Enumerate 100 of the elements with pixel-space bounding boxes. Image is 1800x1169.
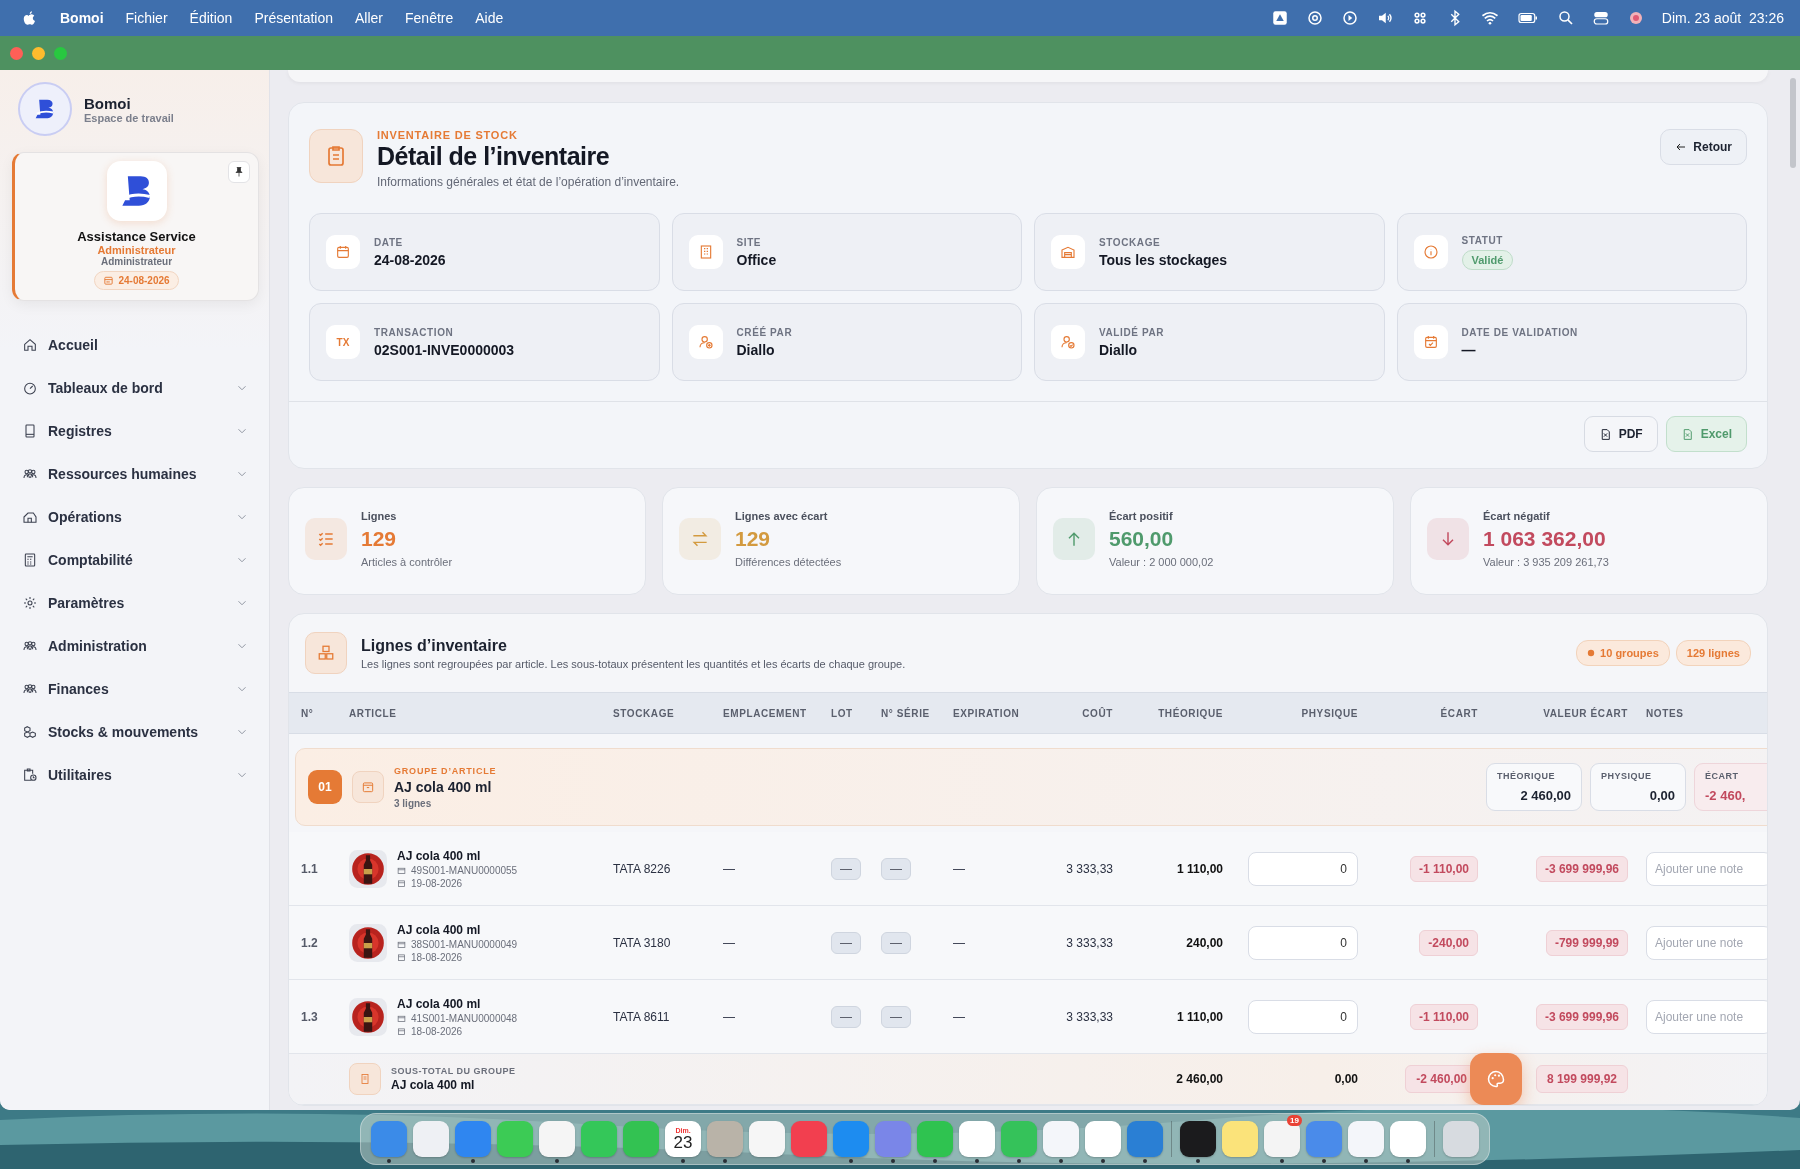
pin-button[interactable] — [228, 161, 250, 183]
column-header: THÉORIQUE — [1157, 707, 1223, 719]
table-cell-text: — — [953, 1009, 966, 1024]
field-value: Diallo — [736, 341, 776, 358]
calendar-icon — [397, 952, 406, 962]
stat-label: Lignes avec écart — [735, 510, 829, 522]
app-icon[interactable] — [1264, 1121, 1300, 1157]
article-name: AJ cola 400 ml — [397, 922, 482, 937]
nav-item[interactable]: Stocks & mouvements — [12, 710, 259, 753]
nav-label: Accueil — [48, 336, 98, 353]
note-field[interactable]: Ajouter une note — [1646, 851, 1767, 886]
note-field[interactable]: Ajouter une note — [1646, 999, 1767, 1034]
app-menu[interactable]: Bomoi — [60, 10, 104, 26]
transaction-icon: TX — [336, 336, 350, 348]
note-field[interactable]: Ajouter une note — [1646, 925, 1767, 960]
box-icon — [397, 865, 406, 875]
zoom-button[interactable] — [54, 46, 67, 60]
nav-label: Paramètres — [48, 594, 125, 611]
scroll-thumb[interactable] — [1790, 78, 1796, 168]
page-title: Détail de l’inventaire — [377, 142, 611, 171]
pdf-button[interactable]: PDF — [1583, 416, 1658, 452]
toggle-icon[interactable] — [1591, 9, 1610, 27]
nav-label: Utilitaires — [48, 766, 112, 783]
page-subtitle: Informations générales et état de l’opération d’inventaire. — [377, 175, 680, 189]
field-label: STATUT — [1461, 234, 1505, 246]
field-value: Diallo — [1099, 341, 1139, 358]
column-header: VALEUR ÉCART — [1542, 707, 1628, 719]
column-header: COÛT — [1081, 707, 1113, 719]
field-value: Tous les stockages — [1099, 251, 1228, 268]
lot-code: 41S001-MANU0000048 — [411, 1012, 518, 1024]
column-header: PHYSIQUE — [1300, 707, 1358, 719]
wifi-icon[interactable] — [1480, 9, 1499, 27]
logo — [106, 161, 167, 221]
info-icon — [1422, 244, 1439, 260]
menu-item[interactable]: Aide — [475, 10, 504, 26]
row-number: 1.1 — [301, 861, 319, 876]
calendar-icon — [397, 1026, 406, 1036]
menu-item[interactable]: Aller — [355, 10, 383, 26]
stat-label: Écart positif — [1109, 510, 1174, 522]
minimize-button[interactable] — [32, 46, 45, 60]
close-button[interactable] — [10, 46, 23, 60]
nav-item[interactable]: Paramètres — [12, 581, 259, 624]
nav-item[interactable]: Finances — [12, 667, 259, 710]
play-icon[interactable] — [1340, 9, 1359, 27]
nav-item[interactable]: Opérations — [12, 495, 259, 538]
box-icon — [352, 771, 384, 803]
workspace-label: Espace de travail — [84, 111, 174, 124]
table-cell-text: 3 333,33 — [1065, 861, 1113, 876]
group-name: AJ cola 400 ml — [394, 778, 493, 795]
nav-item[interactable]: Ressources humaines — [12, 452, 259, 495]
user-name: Assistance Service — [77, 229, 196, 244]
book-icon — [22, 422, 38, 439]
article-name: AJ cola 400 ml — [397, 848, 482, 863]
table-cell-text: — — [953, 935, 966, 950]
subtotal-name: AJ cola 400 ml — [391, 1078, 476, 1092]
nav-item[interactable]: Tableaux de bord — [12, 366, 259, 409]
table-cell-text: 0,00 — [1333, 1072, 1358, 1086]
column-header: N° — [301, 707, 315, 719]
dot-icon — [1587, 649, 1596, 657]
menu-item[interactable]: Fichier — [125, 10, 168, 26]
gap-value-pill: 8 199 999,92 — [1535, 1065, 1628, 1093]
palette-button[interactable] — [1470, 1053, 1522, 1105]
nav-item[interactable]: Accueil — [12, 323, 259, 366]
column-header: EXPIRATION — [953, 707, 1021, 719]
back-button[interactable]: Retour — [1660, 129, 1747, 165]
eyebrow-label: INVENTAIRE DE STOCK — [377, 129, 519, 141]
menu-item[interactable]: Édition — [189, 10, 233, 26]
field-label: DATE DE VALIDATION — [1461, 326, 1578, 338]
search-icon[interactable] — [1556, 9, 1575, 27]
brand-name: Bomoi — [84, 94, 132, 112]
home-icon — [22, 336, 38, 353]
nav-item[interactable]: Administration — [12, 624, 259, 667]
quantity-field[interactable]: 0 — [1248, 851, 1358, 886]
stat-note: Articles à contrôler — [361, 556, 453, 568]
notification-badge: 19 — [1287, 1115, 1302, 1126]
quantity-field[interactable]: 0 — [1248, 999, 1358, 1034]
column-header: ARTICLE — [349, 707, 398, 719]
box-icon — [397, 1013, 406, 1023]
clock[interactable]: Dim. 23 août 23:26 — [1661, 10, 1784, 26]
nav-label: Comptabilité — [48, 551, 133, 568]
nav-label: Registres — [48, 422, 112, 439]
menu-item[interactable]: Fenêtre — [405, 10, 454, 26]
table-cell-text: 240,00 — [1185, 935, 1223, 950]
calendar-icon — [103, 275, 115, 286]
quantity-field[interactable]: 0 — [1248, 925, 1358, 960]
nav-label: Tableaux de bord — [48, 379, 163, 396]
field-label: SITE — [736, 236, 763, 248]
calculator-icon — [22, 551, 38, 568]
app-icon[interactable] — [1180, 1121, 1216, 1157]
nav-item[interactable]: Registres — [12, 409, 259, 452]
table-cell-text: — — [723, 935, 736, 950]
table-cell-text: 1 110,00 — [1175, 1009, 1223, 1024]
gap-value-pill: -3 699 999,96 — [1535, 1003, 1628, 1030]
menu-item[interactable]: Présentation — [254, 10, 333, 26]
user-role: Administrateur — [97, 244, 176, 256]
article-date: 18-08-2026 — [411, 1025, 463, 1037]
nav-item[interactable]: Comptabilité — [12, 538, 259, 581]
gap-pill: -1 110,00 — [1409, 855, 1478, 882]
field-value: 02S001-INVE0000003 — [374, 341, 515, 358]
nav-item[interactable]: Utilitaires — [12, 753, 259, 796]
